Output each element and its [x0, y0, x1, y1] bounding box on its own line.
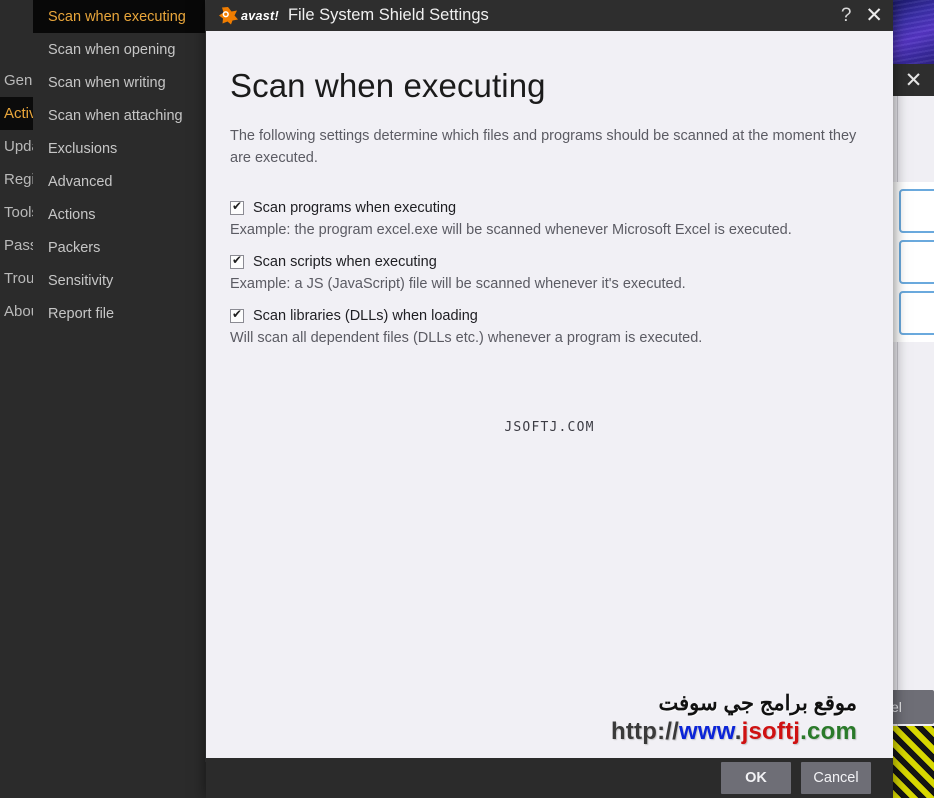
watermark-url-domain: jsoftj [741, 718, 801, 745]
option-row[interactable]: Scan programs when executing [230, 199, 867, 216]
option-scan-scripts: Scan scripts when executing Example: a J… [230, 253, 867, 292]
menu-item-scan-when-opening[interactable]: Scan when opening [33, 33, 205, 66]
option-row[interactable]: Scan scripts when executing [230, 253, 867, 270]
page-title: Scan when executing [230, 67, 546, 104]
avast-logo: avast! [218, 6, 279, 25]
ok-button[interactable]: OK [721, 762, 791, 794]
option-description: Example: a JS (JavaScript) file will be … [230, 275, 686, 292]
option-label: Scan libraries (DLLs) when loading [253, 307, 478, 324]
avast-ball-icon [218, 6, 239, 25]
help-icon[interactable]: ? [841, 6, 852, 25]
main-window-titlebar-strip [0, 0, 33, 64]
dialog-titlebar[interactable]: avast! File System Shield Settings ? ✕ [206, 0, 893, 31]
background-outlined-button-2[interactable] [899, 240, 934, 284]
option-label: Scan programs when executing [253, 199, 457, 216]
menu-item-packers[interactable]: Packers [33, 231, 205, 264]
background-close-icon[interactable]: ✕ [905, 70, 923, 91]
watermark-arabic-text: موقع برامج جي سوفت [658, 692, 857, 715]
watermark-url-dot: . [734, 718, 742, 745]
settings-section-menu: Scan when executing Scan when opening Sc… [33, 0, 206, 762]
checkbox-scan-scripts-when-executing[interactable] [230, 253, 244, 269]
option-label: Scan scripts when executing [253, 253, 437, 270]
menu-item-sensitivity[interactable]: Sensitivity [33, 264, 205, 297]
option-row[interactable]: Scan libraries (DLLs) when loading [230, 307, 867, 324]
watermark-url-www: www [679, 718, 735, 745]
settings-content: Scan when executing The following settin… [206, 31, 893, 346]
watermark-pixel-text: JSOFTJ.COM [504, 420, 595, 435]
menu-item-advanced[interactable]: Advanced [33, 165, 205, 198]
background-outlined-button-3[interactable] [899, 291, 934, 335]
background-window-titlebar: ✕ [893, 64, 934, 96]
menu-item-scan-when-executing[interactable]: Scan when executing [33, 0, 205, 33]
hazard-stripe-decoration [893, 726, 934, 798]
watermark-url: http://www.jsoftj.com [611, 718, 857, 746]
menu-item-scan-when-attaching[interactable]: Scan when attaching [33, 99, 205, 132]
page-description: The following settings determine which f… [230, 128, 857, 167]
dialog-footer: OK Cancel [206, 758, 893, 798]
watermark-url-tld: .com [800, 718, 857, 745]
dialog-title: File System Shield Settings [287, 6, 489, 24]
file-system-shield-settings-dialog: avast! File System Shield Settings ? ✕ S… [206, 0, 893, 798]
watermark-url-scheme: http:// [611, 718, 680, 745]
checkbox-scan-libraries-when-loading[interactable] [230, 307, 244, 323]
watermark-branding: موقع برامج جي سوفت http://www.jsoftj.com [611, 691, 857, 746]
menu-item-report-file[interactable]: Report file [33, 297, 205, 330]
close-icon[interactable]: ✕ [865, 5, 883, 26]
background-outlined-button-1[interactable] [899, 189, 934, 233]
cancel-button[interactable]: Cancel [801, 762, 871, 794]
titlebar-actions: ? ✕ [841, 5, 883, 26]
option-description: Example: the program excel.exe will be s… [230, 221, 792, 238]
checkbox-scan-programs-when-executing[interactable] [230, 199, 244, 215]
menu-item-actions[interactable]: Actions [33, 198, 205, 231]
background-partial-button[interactable]: el [886, 690, 934, 724]
menu-item-scan-when-writing[interactable]: Scan when writing [33, 66, 205, 99]
desktop-wallpaper [893, 0, 934, 72]
menu-item-exclusions[interactable]: Exclusions [33, 132, 205, 165]
dialog-body: Scan when executing The following settin… [206, 31, 893, 758]
option-scan-libraries: Scan libraries (DLLs) when loading Will … [230, 307, 867, 346]
option-description: Will scan all dependent files (DLLs etc.… [230, 329, 703, 346]
avast-wordmark: avast! [241, 8, 279, 23]
option-scan-programs: Scan programs when executing Example: th… [230, 199, 867, 238]
